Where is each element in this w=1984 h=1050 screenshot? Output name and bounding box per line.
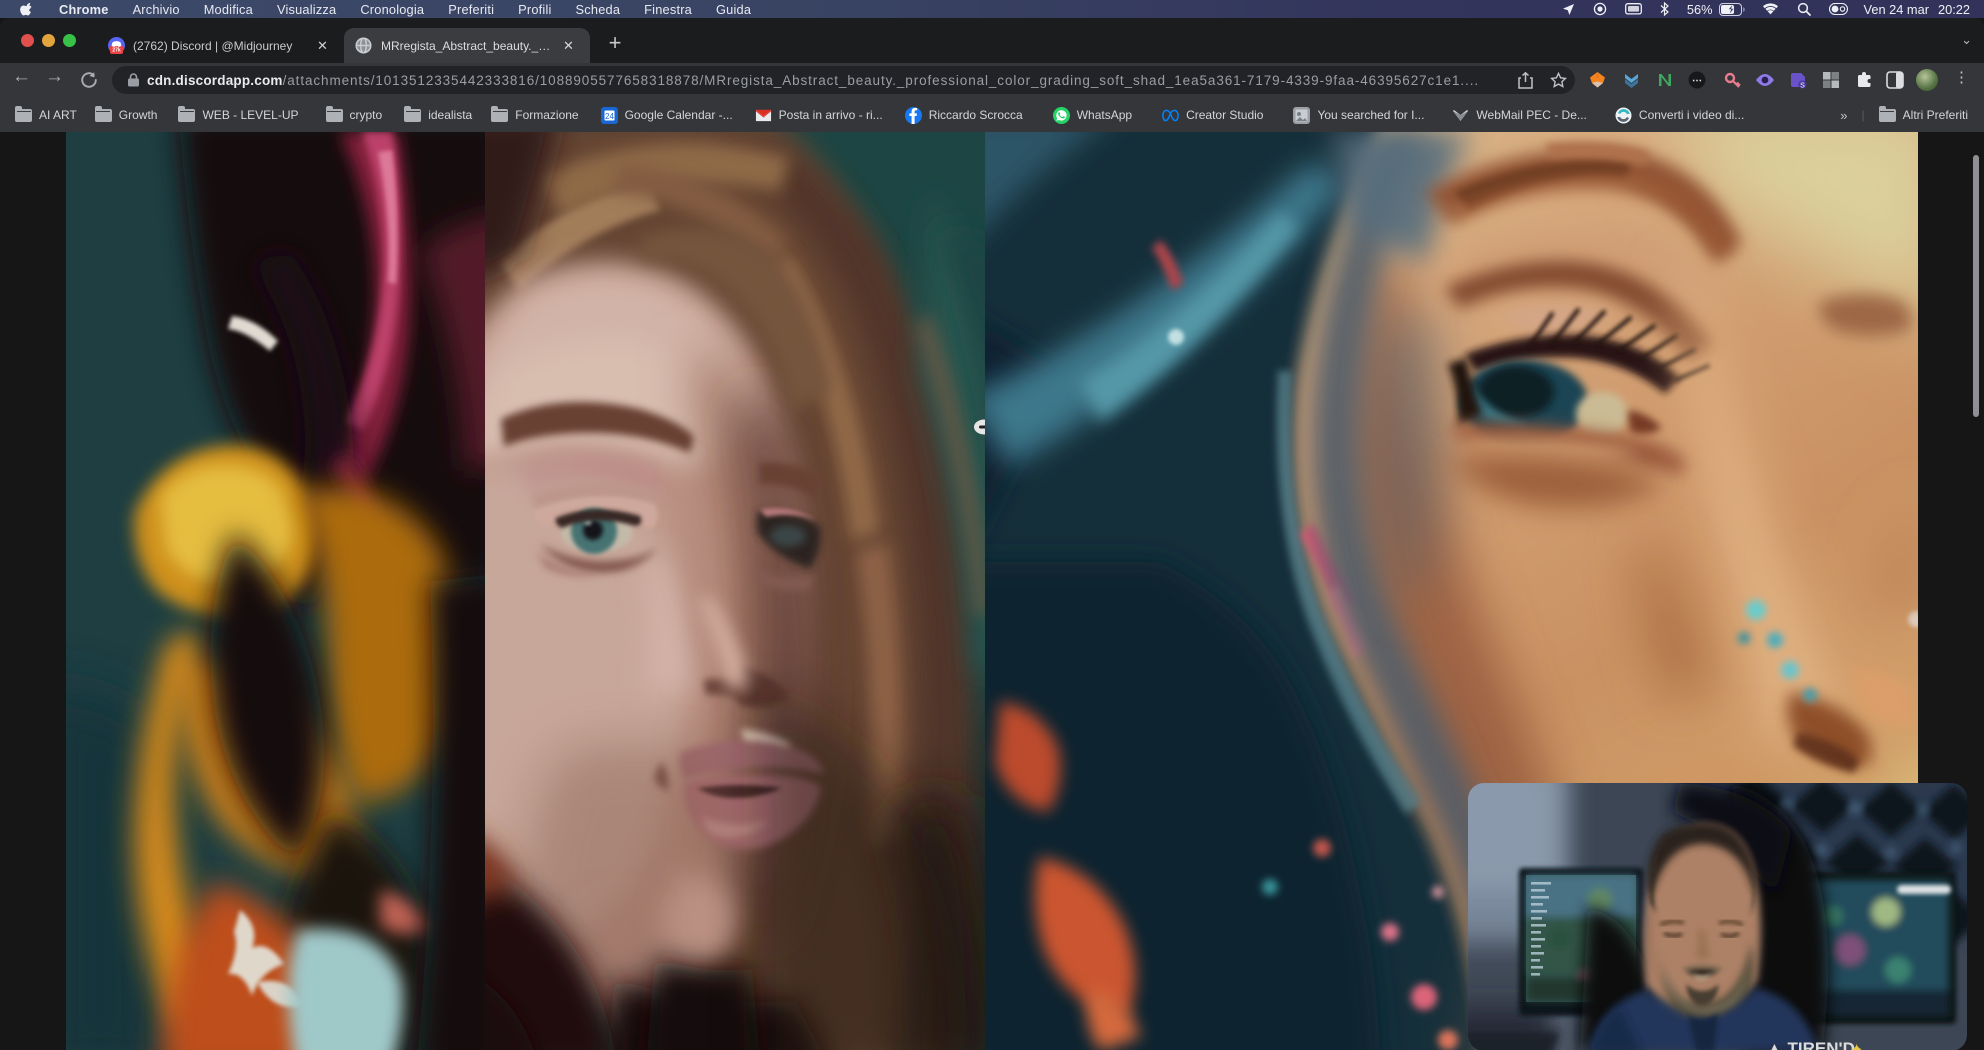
svg-text:27k: 27k [112, 48, 121, 54]
svg-text:24: 24 [605, 111, 614, 120]
svg-text:✦: ✦ [1850, 1042, 1863, 1050]
svg-text:▲ TIREN'D: ▲ TIREN'D [1766, 1039, 1855, 1050]
svg-text:S: S [1800, 82, 1805, 89]
svg-text:⋯: ⋯ [1692, 76, 1702, 87]
